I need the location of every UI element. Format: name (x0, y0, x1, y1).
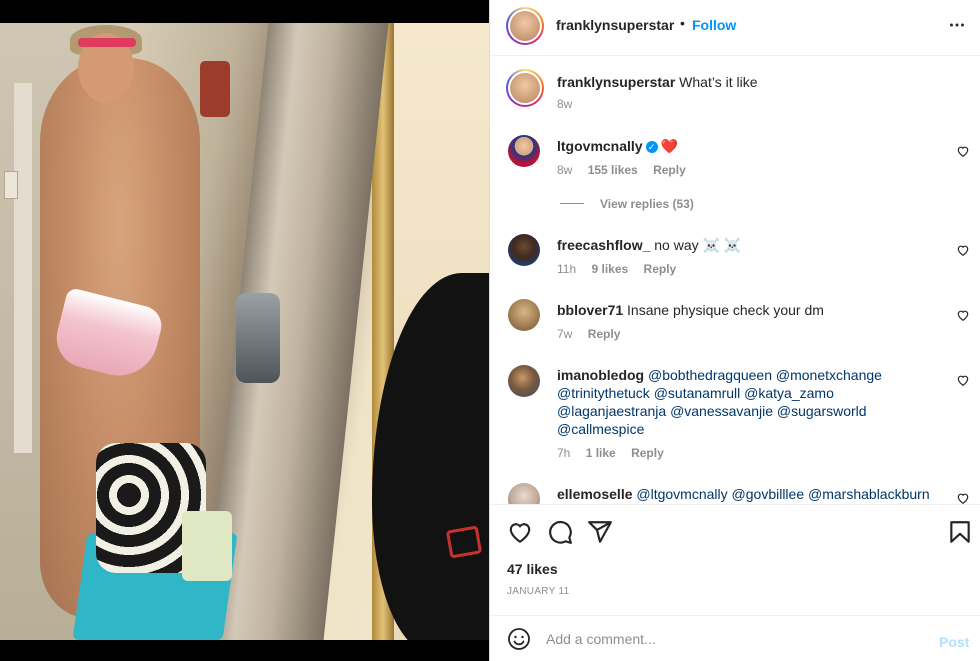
comment-text: ellemoselle @ltgovmcnally @govbilllee @m… (557, 485, 930, 503)
author-username[interactable]: franklynsuperstar (556, 17, 674, 33)
post-photo[interactable] (0, 23, 489, 640)
comment-like-heart-icon[interactable] (956, 491, 970, 504)
photo-light-switch (4, 171, 18, 199)
mention-link[interactable]: @sutanamrull (654, 385, 741, 401)
comment-age: 7h (557, 446, 571, 460)
comment-likes[interactable]: 1 like (586, 446, 616, 460)
verified-badge-icon: ✓ (645, 141, 658, 153)
caption-age: 8w (557, 97, 573, 111)
comment-icon[interactable] (547, 519, 573, 545)
mention-link[interactable]: @marshablackburn (808, 486, 930, 502)
comment-text: ltgovmcnally ✓ ❤️ (557, 137, 678, 155)
comment-meta: 7w Reply (557, 327, 632, 341)
share-icon[interactable] (587, 519, 613, 545)
comment-meta: 7h 1 like Reply (557, 446, 676, 460)
likes-count[interactable]: 47 likes (507, 561, 558, 577)
comment-avatar[interactable] (508, 135, 540, 167)
mention-link[interactable]: @vanessavanjie (670, 403, 773, 419)
mention-link[interactable]: @monetxchange (776, 367, 882, 383)
comment-body: Insane physique check your dm (627, 302, 824, 318)
reply-button[interactable]: Reply (588, 327, 621, 341)
mention-link[interactable]: @callmespice (557, 421, 644, 437)
comment-age: 7w (557, 327, 573, 341)
comment-username[interactable]: ellemoselle (557, 486, 633, 502)
view-replies-line (560, 203, 584, 204)
comment-age: 11h (557, 262, 577, 276)
bookmark-icon[interactable] (947, 519, 973, 545)
comment-username[interactable]: freecashflow_ (557, 237, 650, 253)
post-actions: 47 likes JANUARY 11 (490, 504, 980, 614)
mention-link[interactable]: @ltgovmcnally (636, 486, 727, 502)
post-header: franklynsuperstar • Follow (490, 0, 980, 56)
mention-link[interactable]: @laganjaestranja (557, 403, 666, 419)
header-separator: • (680, 15, 685, 31)
comment-username[interactable]: imanobledog (557, 367, 644, 383)
photo-headband (78, 38, 136, 47)
mention-link[interactable]: @bobthedragqueen (648, 367, 772, 383)
post-side-panel: franklynsuperstar • Follow franklynsuper… (489, 0, 980, 661)
comments-list[interactable]: franklynsuperstar What’s it like 8w ltgo… (490, 57, 980, 504)
comment-body: ❤️ (660, 138, 679, 154)
comment-avatar[interactable] (508, 299, 540, 331)
comment-meta: 8w 155 likes Reply (557, 163, 698, 177)
comment-likes[interactable]: 155 likes (588, 163, 638, 177)
caption-text: What’s it like (679, 74, 758, 90)
comment-like-heart-icon[interactable] (956, 144, 970, 158)
add-comment-bar: Post (490, 615, 980, 661)
photo-phone (200, 61, 230, 117)
comment-text: bblover71 Insane physique check your dm (557, 301, 824, 319)
view-replies-label: View replies (53) (600, 197, 694, 211)
comment-body: no way ☠️ ☠️ (654, 237, 742, 253)
comment-input[interactable] (546, 629, 916, 649)
comment-text: imanobledog @bobthedragqueen @monetxchan… (557, 366, 897, 438)
comment-avatar[interactable] (508, 365, 540, 397)
comment-meta: 11h 9 likes Reply (557, 262, 688, 276)
author-avatar[interactable] (506, 7, 544, 45)
comment-likes[interactable]: 9 likes (591, 262, 628, 276)
reply-button[interactable]: Reply (631, 446, 664, 460)
more-icon[interactable] (946, 14, 968, 36)
mention-link[interactable]: @govbilllee (732, 486, 805, 502)
mention-link[interactable]: @sugarsworld (777, 403, 867, 419)
comment-like-heart-icon[interactable] (956, 373, 970, 387)
reply-button[interactable]: Reply (653, 163, 686, 177)
comment-age: 8w (557, 163, 573, 177)
follow-button[interactable]: Follow (692, 17, 736, 33)
comment-text: freecashflow_ no way ☠️ ☠️ (557, 236, 741, 254)
comment-avatar[interactable] (508, 483, 540, 504)
comment-like-heart-icon[interactable] (956, 243, 970, 257)
heart-icon[interactable] (507, 519, 533, 545)
caption-meta: 8w (557, 97, 584, 111)
photo-colander (236, 293, 280, 383)
mention-link[interactable]: @trinitythetuck (557, 385, 650, 401)
comment-like-heart-icon[interactable] (956, 308, 970, 322)
mention-link[interactable]: @katya_zamo (744, 385, 834, 401)
caption-avatar[interactable] (506, 69, 544, 107)
comment-username[interactable]: ltgovmcnally (557, 138, 643, 154)
caption: franklynsuperstar What’s it like (557, 73, 758, 91)
comment-avatar[interactable] (508, 234, 540, 266)
caption-username[interactable]: franklynsuperstar (557, 74, 675, 90)
photo-jar (182, 511, 232, 581)
photo-door-frame (14, 83, 32, 453)
post-date: JANUARY 11 (507, 586, 570, 597)
view-replies-button[interactable]: View replies (53) (560, 197, 694, 211)
reply-button[interactable]: Reply (644, 262, 677, 276)
post-media[interactable] (0, 0, 489, 661)
comment-username[interactable]: bblover71 (557, 302, 623, 318)
emoji-icon[interactable] (507, 627, 531, 651)
post-button[interactable]: Post (939, 634, 969, 650)
photo-hat-logo (445, 525, 483, 559)
